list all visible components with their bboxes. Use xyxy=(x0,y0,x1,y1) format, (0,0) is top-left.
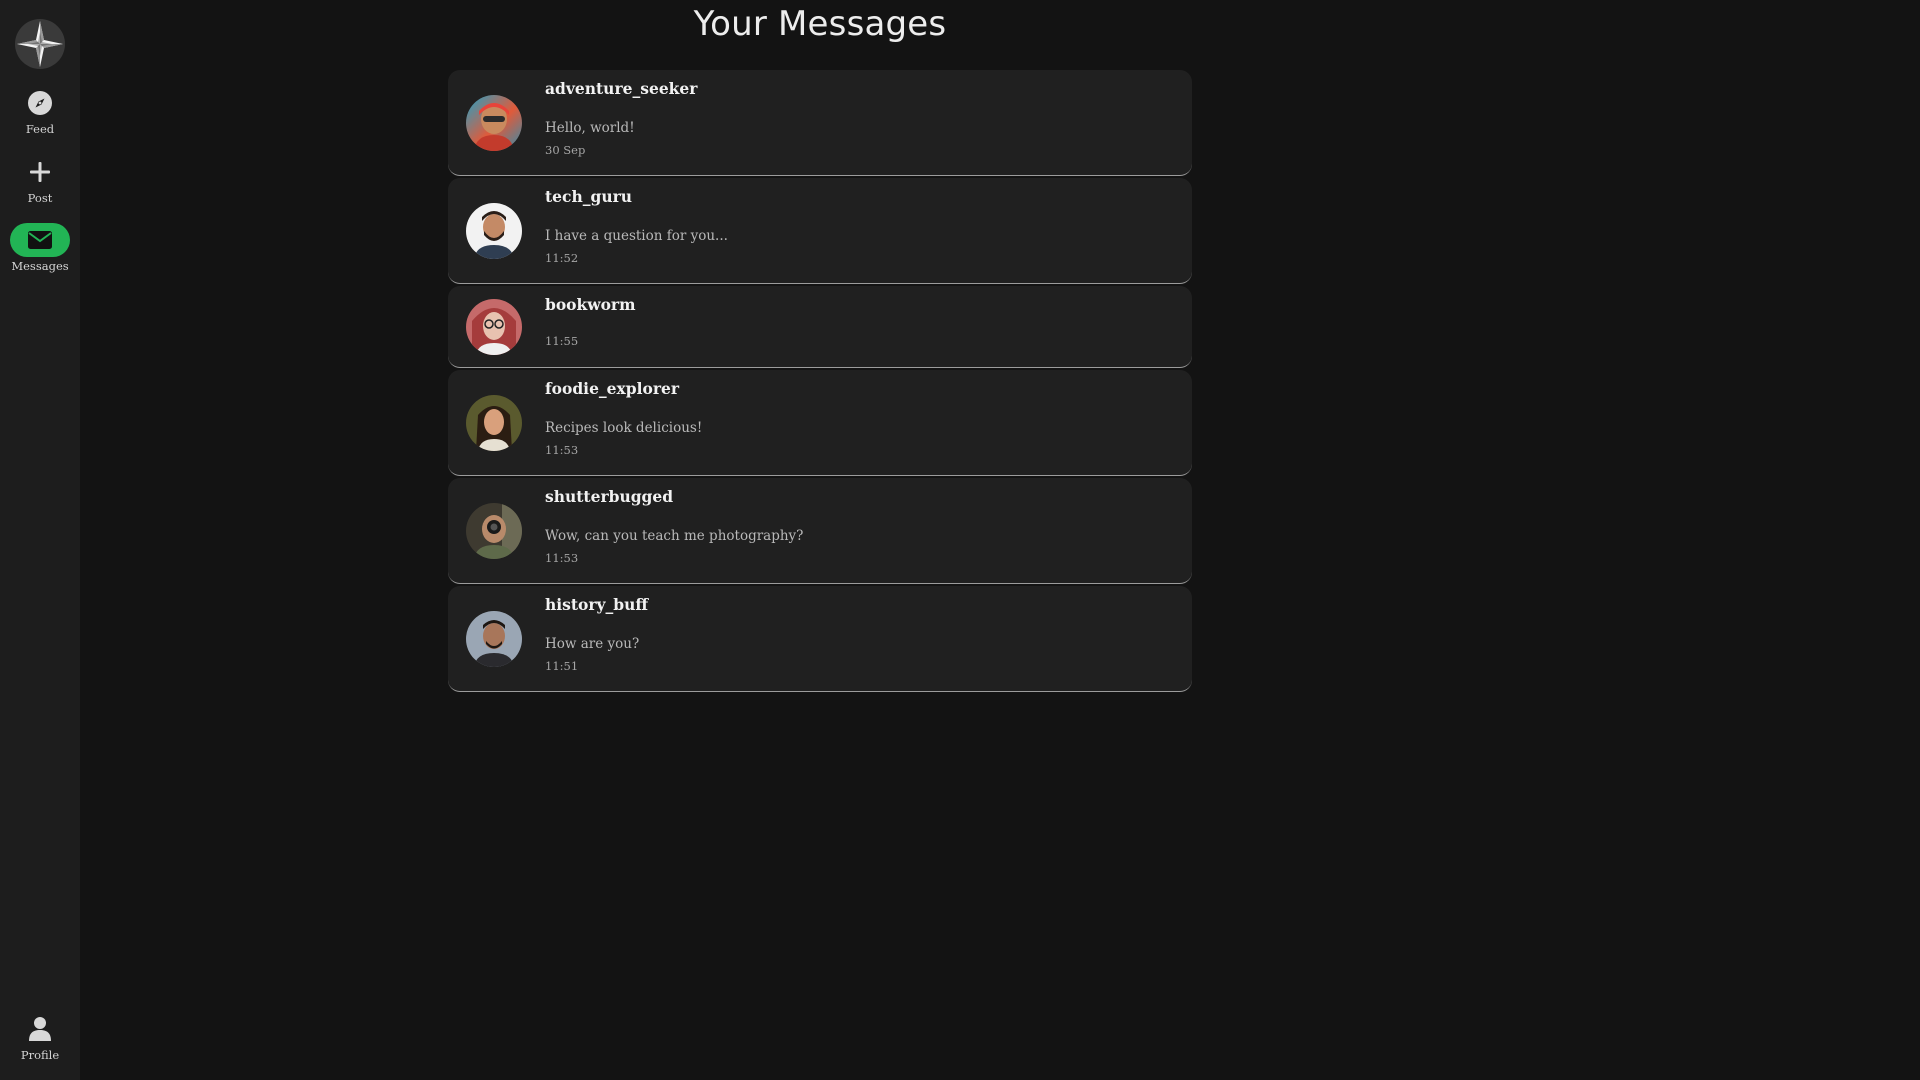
conversation-username: foodie_explorer xyxy=(545,379,680,398)
sidebar-item-post[interactable]: Post xyxy=(0,155,80,205)
avatar xyxy=(466,95,522,151)
conversation-preview: Hello, world! xyxy=(545,120,635,136)
conversation-time: 11:53 xyxy=(545,551,579,565)
conversation-item[interactable]: history_buff How are you? 11:51 xyxy=(448,586,1192,692)
conversation-preview: Recipes look delicious! xyxy=(545,420,703,436)
sidebar: Feed Post Messages Profile xyxy=(0,0,80,1080)
envelope-icon xyxy=(10,223,70,257)
conversation-item[interactable]: foodie_explorer Recipes look delicious! … xyxy=(448,370,1192,476)
sidebar-item-label: Messages xyxy=(11,259,69,273)
conversation-preview: Wow, can you teach me photography? xyxy=(545,528,804,544)
conversation-username: history_buff xyxy=(545,595,649,614)
sidebar-item-label: Post xyxy=(27,191,53,205)
sidebar-item-messages[interactable]: Messages xyxy=(0,223,80,273)
conversation-item[interactable]: adventure_seeker Hello, world! 30 Sep xyxy=(448,70,1192,176)
conversation-time: 11:51 xyxy=(545,659,579,673)
conversation-username: tech_guru xyxy=(545,187,633,206)
conversation-list: adventure_seeker Hello, world! 30 Sep te… xyxy=(448,70,1192,694)
compass-star-logo-icon[interactable] xyxy=(14,18,66,70)
avatar xyxy=(466,503,522,559)
sidebar-item-label: Feed xyxy=(25,122,55,136)
conversation-preview: I have a question for you... xyxy=(545,228,728,244)
sidebar-item-profile[interactable]: Profile xyxy=(0,1012,80,1062)
sidebar-item-label: Profile xyxy=(20,1048,60,1062)
conversation-text: adventure_seeker Hello, world! 30 Sep xyxy=(545,79,1172,158)
avatar xyxy=(466,395,522,451)
conversation-time: 11:53 xyxy=(545,443,579,457)
conversation-text: bookworm 11:55 xyxy=(545,295,1172,349)
conversation-item[interactable]: bookworm 11:55 xyxy=(448,286,1192,368)
page-title: Your Messages xyxy=(693,4,947,44)
conversation-time: 11:55 xyxy=(545,334,579,348)
sidebar-item-feed[interactable]: Feed xyxy=(0,86,80,136)
avatar xyxy=(466,203,522,259)
conversation-text: foodie_explorer Recipes look delicious! … xyxy=(545,379,1172,458)
conversation-text: shutterbugged Wow, can you teach me phot… xyxy=(545,487,1172,566)
avatar xyxy=(466,611,522,667)
conversation-item[interactable]: shutterbugged Wow, can you teach me phot… xyxy=(448,478,1192,584)
conversation-preview: How are you? xyxy=(545,636,640,652)
avatar xyxy=(466,299,522,355)
conversation-username: adventure_seeker xyxy=(545,79,698,98)
conversation-username: shutterbugged xyxy=(545,487,674,506)
conversation-username: bookworm xyxy=(545,295,636,314)
conversation-text: tech_guru I have a question for you... 1… xyxy=(545,187,1172,266)
compass-icon xyxy=(10,86,70,120)
conversation-item[interactable]: tech_guru I have a question for you... 1… xyxy=(448,178,1192,284)
conversation-text: history_buff How are you? 11:51 xyxy=(545,595,1172,674)
plus-icon xyxy=(10,155,70,189)
conversation-time: 30 Sep xyxy=(545,143,586,157)
user-icon xyxy=(10,1012,70,1046)
conversation-time: 11:52 xyxy=(545,251,579,265)
